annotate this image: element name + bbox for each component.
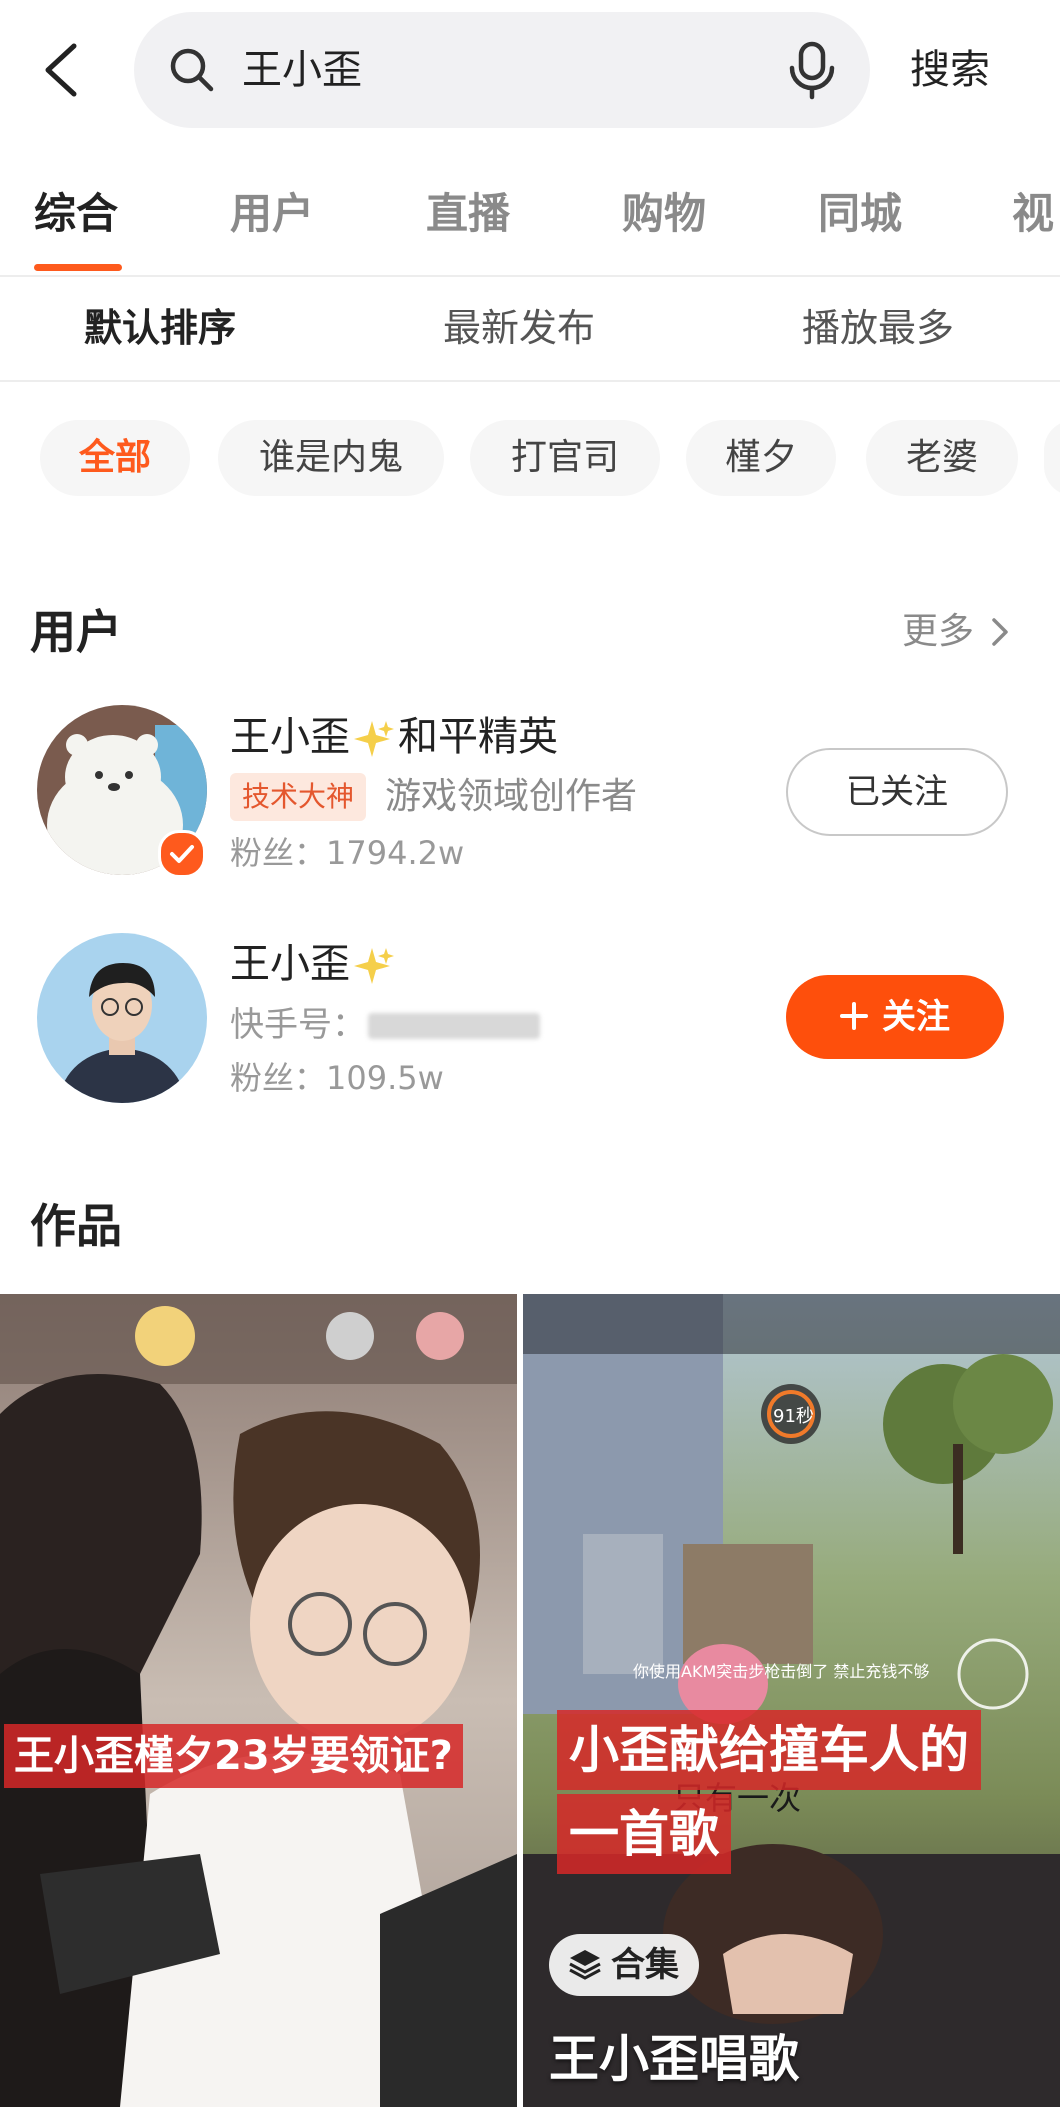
user-name[interactable]: 王小歪 和平精英 (230, 707, 558, 767)
blurred-id-value (368, 1013, 540, 1039)
plus-icon (840, 1001, 868, 1030)
user-name-suffix: 和平精英 (398, 714, 558, 760)
sort-newest[interactable]: 最新发布 (443, 298, 595, 358)
kuaishou-id-label: 快手号： (230, 1005, 366, 1045)
chip-all[interactable]: 全部 (40, 420, 190, 496)
users-section-title: 用户 (30, 605, 122, 659)
sort-default[interactable]: 默认排序 (84, 298, 236, 358)
game-hud-text: 你使用AKM突击步枪击倒了 禁止充钱不够 (633, 1662, 929, 1681)
microphone-icon[interactable] (784, 40, 840, 100)
tab-shopping[interactable]: 购物 (622, 184, 706, 244)
tab-comprehensive[interactable]: 综合 (34, 184, 118, 244)
following-button[interactable]: 已关注 (786, 748, 1008, 836)
fans-count: 粉丝：1794.2w (230, 834, 465, 872)
more-users-link[interactable]: 更多 (902, 602, 974, 662)
creator-label: 游戏领域创作者 (385, 776, 638, 817)
video-card[interactable]: 你使用AKM突击步枪击倒了 禁止充钱不够 只有一次 91秒 小歪献给撞车人的 一… (523, 1294, 1060, 2107)
back-arrow-icon[interactable] (36, 38, 96, 102)
works-section-title: 作品 (30, 1199, 122, 1253)
video-card[interactable]: 王小歪槿夕23岁要领证? (0, 1294, 517, 2107)
tab-users[interactable]: 用户 (230, 184, 314, 244)
video-caption: 小歪献给撞车人的 (557, 1710, 981, 1790)
layers-icon (569, 1949, 601, 1980)
chip-topic[interactable]: 槿夕 (686, 420, 836, 496)
follow-button-label: 关注 (882, 997, 950, 1037)
sort-most-played[interactable]: 播放最多 (802, 298, 954, 358)
video-title: 王小歪唱歌 (549, 2030, 799, 2088)
filter-chips: 全部 谁是内鬼 打官司 槿夕 老婆 (0, 410, 1060, 510)
user-name-text: 王小歪 (230, 714, 350, 760)
video-thumbnail (0, 1294, 517, 2107)
active-tab-indicator (34, 264, 122, 271)
follow-button[interactable]: 关注 (786, 975, 1004, 1059)
search-icon (170, 48, 214, 92)
game-hud-timer: 91秒 (773, 1406, 814, 1427)
chip-topic[interactable]: 谁是内鬼 (218, 420, 444, 496)
person-avatar-icon (37, 933, 207, 1103)
chip-topic[interactable]: 老婆 (866, 420, 1018, 496)
collection-badge-label: 合集 (611, 1945, 679, 1985)
search-button[interactable]: 搜索 (910, 40, 990, 100)
chip-partial[interactable] (1044, 420, 1060, 496)
tab-live[interactable]: 直播 (426, 184, 510, 244)
sparkle-icon (354, 948, 394, 984)
video-caption: 一首歌 (557, 1794, 731, 1874)
collection-badge: 合集 (549, 1934, 699, 1996)
search-box[interactable]: 王小歪 (134, 12, 870, 128)
user-name[interactable]: 王小歪 (230, 934, 398, 994)
avatar[interactable] (37, 933, 207, 1103)
result-tabs: 综合 用户 直播 购物 同城 视 (0, 170, 1060, 280)
tech-master-tag: 技术大神 (230, 773, 367, 821)
chip-topic[interactable]: 打官司 (470, 420, 660, 496)
tab-video[interactable]: 视 (1012, 184, 1054, 244)
sort-options: 默认排序 最新发布 播放最多 (0, 278, 1060, 378)
divider (0, 275, 1060, 277)
tab-nearby[interactable]: 同城 (818, 184, 902, 244)
divider (0, 380, 1060, 382)
search-input[interactable]: 王小歪 (242, 40, 362, 100)
fans-count: 粉丝：109.5w (230, 1059, 444, 1097)
user-name-text: 王小歪 (230, 941, 350, 987)
sparkle-icon (354, 721, 394, 757)
verified-badge-icon (158, 830, 206, 878)
video-caption: 王小歪槿夕23岁要领证? (4, 1724, 463, 1788)
chevron-right-icon[interactable] (990, 616, 1010, 648)
top-bar: 王小歪 搜索 (0, 0, 1060, 140)
